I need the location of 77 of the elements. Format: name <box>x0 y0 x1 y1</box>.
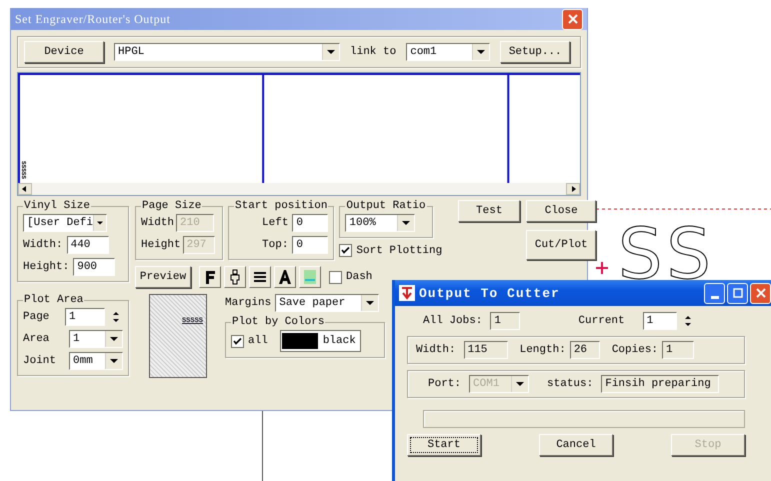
top-field[interactable]: 0 <box>292 236 328 254</box>
field-label: Area <box>23 333 50 345</box>
group-title: Page Size <box>141 200 202 212</box>
area-select[interactable]: 1 <box>69 330 123 348</box>
field-label: Copies: <box>612 344 658 356</box>
close-icon <box>566 13 578 25</box>
dialog-button[interactable]: Cancel <box>539 434 613 456</box>
device-button[interactable]: Device <box>24 41 104 63</box>
device-select[interactable]: HPGL <box>114 43 340 61</box>
copies-field[interactable]: 1 <box>662 341 694 359</box>
figure-icon[interactable] <box>224 266 246 288</box>
field-label: Height: <box>23 261 70 273</box>
minimize-button[interactable] <box>704 282 725 304</box>
field-label: Height <box>141 239 181 251</box>
test-button[interactable]: Test <box>458 200 520 222</box>
group-title: Plot Area <box>23 294 84 306</box>
letter-a-icon[interactable] <box>274 266 296 288</box>
checkbox-label: all <box>248 335 268 347</box>
close-button[interactable] <box>750 282 771 304</box>
close-button[interactable]: Close <box>526 200 596 222</box>
field-label: Joint <box>23 355 56 367</box>
joint-select[interactable]: 0mm <box>69 352 123 370</box>
scroll-left-icon[interactable] <box>18 183 32 195</box>
checkbox[interactable] <box>329 270 342 284</box>
color-layer-icon[interactable] <box>299 266 321 288</box>
checkbox-label: Sort Plotting <box>356 244 442 256</box>
width-field[interactable]: 440 <box>66 236 109 254</box>
maximize-icon <box>732 288 742 298</box>
field-label: Margins <box>225 297 272 309</box>
field-label: Width: <box>23 239 63 251</box>
close-button[interactable] <box>562 8 583 30</box>
width-field[interactable]: 115 <box>464 341 508 359</box>
checkbox[interactable] <box>231 334 244 348</box>
group-title: Output Ratio <box>345 200 427 212</box>
maximize-button[interactable] <box>727 282 748 304</box>
checkbox-label: Dash <box>346 271 372 283</box>
length-field[interactable]: 26 <box>570 341 600 359</box>
field-label: Width: <box>416 344 456 356</box>
field-label: All Jobs: <box>423 315 482 327</box>
cut-plot-button[interactable]: Cut/Plot <box>526 230 596 260</box>
field-label: Current <box>578 315 625 327</box>
preview-button[interactable]: Preview <box>135 266 191 288</box>
field-label: Length: <box>520 344 566 356</box>
field-label: Left <box>262 217 288 229</box>
scroll-right-icon[interactable] <box>566 183 580 195</box>
group-title: Start position <box>234 200 328 212</box>
field-label: Width <box>141 217 174 229</box>
group-title: Vinyl Size <box>23 200 92 212</box>
current-field[interactable]: 1 <box>642 312 677 330</box>
port-select[interactable]: com1 <box>406 43 490 61</box>
crosshair-icon <box>595 261 609 275</box>
checkbox[interactable] <box>339 244 352 257</box>
outlined-artwork-text: SS <box>618 213 715 295</box>
link-label: link to <box>350 46 396 58</box>
align-lines-icon[interactable] <box>249 266 271 288</box>
window-title: Set Engraver/Router's Output <box>15 12 170 26</box>
margins-select[interactable]: Save paper <box>275 294 380 312</box>
field-label: Port: <box>428 378 462 390</box>
close-icon <box>754 287 766 299</box>
field-label: Page <box>23 311 50 323</box>
window-title: Output To Cutter <box>419 286 560 300</box>
dialog-button[interactable]: Start <box>407 434 481 456</box>
color-picker[interactable]: black <box>280 330 361 352</box>
all-jobs-field[interactable]: 1 <box>490 312 520 330</box>
status-field[interactable]: Finsih preparing <box>601 375 720 393</box>
left-field[interactable]: 0 <box>292 214 328 232</box>
vinyl-size-select[interactable]: [User Defi <box>23 214 107 232</box>
group-title: Plot by Colors <box>231 316 326 328</box>
ratio-select[interactable]: 100% <box>345 214 416 232</box>
minimize-icon <box>710 296 718 298</box>
app-icon <box>399 285 415 301</box>
letter-f-icon[interactable] <box>199 266 221 288</box>
field-label: Top: <box>262 239 288 251</box>
setup-button[interactable]: Setup... <box>500 41 570 63</box>
page-field[interactable]: 1 <box>65 308 105 326</box>
height-field[interactable]: 900 <box>73 258 116 276</box>
field-label: status: <box>547 378 594 390</box>
